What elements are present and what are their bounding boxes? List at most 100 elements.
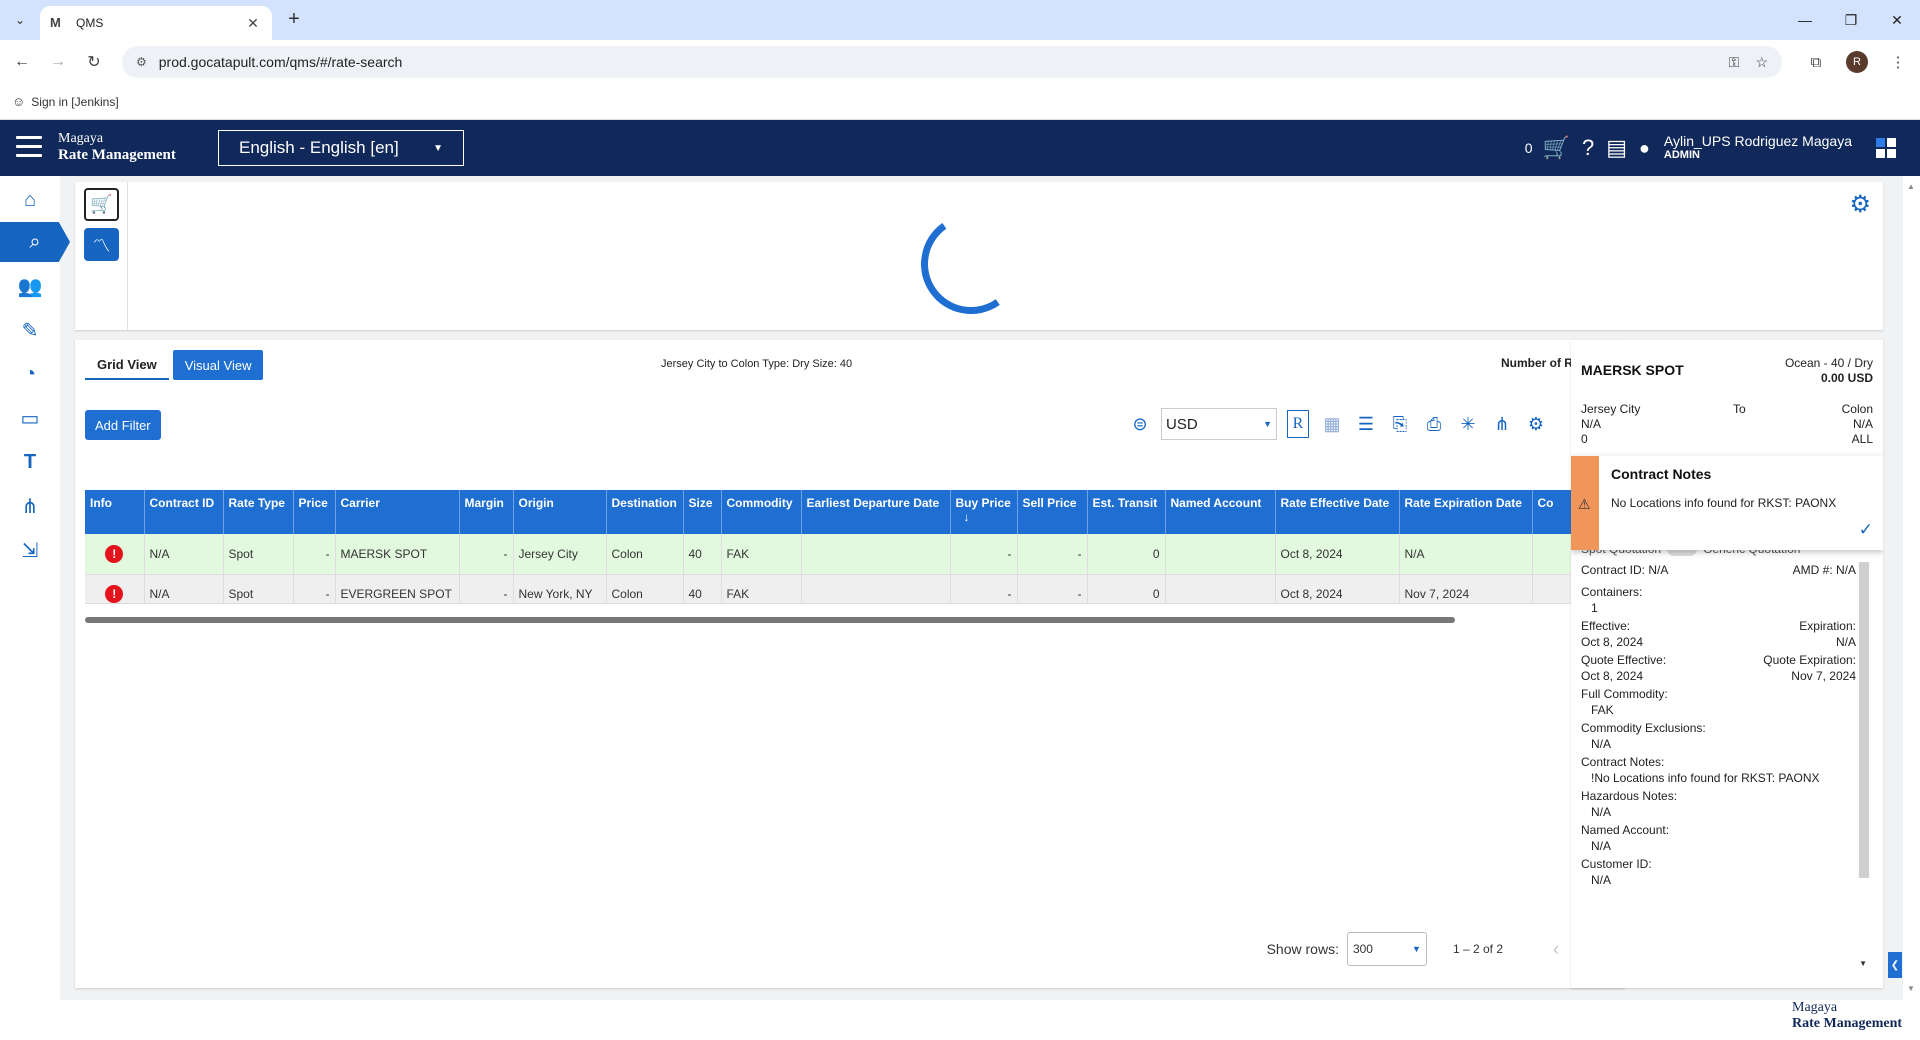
text-icon[interactable]: T [0,442,60,482]
caret-down-icon: ▼ [433,142,443,154]
col-header-size[interactable]: Size [683,490,722,534]
col-header-contract-id[interactable]: Contract ID [144,490,224,534]
detail-mode-text: Ocean - 40 / Dry [1784,356,1873,370]
forward-icon[interactable]: → [46,50,70,74]
reload-icon[interactable]: ↻ [82,50,106,74]
collapse-panel-icon[interactable]: ❮ [1888,952,1902,978]
col-header-margin[interactable]: Margin [459,490,514,534]
col-header-named-account[interactable]: Named Account [1165,490,1276,534]
r-format-icon[interactable]: R [1287,410,1309,438]
dismiss-check-icon[interactable]: ✓ [1859,520,1873,540]
table-row[interactable]: ! N/A Spot - MAERSK SPOT - Jersey City C… [85,534,1615,575]
detail-scrollbar[interactable] [1859,562,1869,878]
col-header-info[interactable]: Info [85,490,145,534]
apps-grid-icon[interactable] [1876,138,1896,158]
tab-grid-view[interactable]: Grid View [85,350,169,380]
horizontal-scrollbar[interactable] [85,617,1455,623]
field-quote-effective: Quote Effective: Oct 8, 2024 Quote Expir… [1581,652,1856,684]
window-close-icon[interactable]: ✕ [1874,0,1920,40]
info-cell[interactable]: ! [85,534,145,575]
loading-spinner [913,206,1029,322]
site-info-icon[interactable]: ⚙ [136,55,147,69]
page-scrollbar[interactable]: ▲ ▼ [1903,176,1920,1000]
col-header-rate-type[interactable]: Rate Type [223,490,294,534]
col-header-buy-price[interactable]: Buy Price ↓ [950,490,1018,534]
col-header-commodity[interactable]: Commodity [721,490,802,534]
browser-tab[interactable]: M QMS ✕ [40,6,272,40]
table-grid-icon[interactable]: ▦ [1317,409,1347,439]
user-menu[interactable]: Aylin_UPS Rodriguez Magaya ADMIN [1664,134,1852,162]
header-actions: 0 🛒 ? ▤ ● Aylin_UPS Rodriguez Magaya ADM… [1525,120,1920,176]
tab-visual-view[interactable]: Visual View [172,350,264,380]
browser-menu-icon[interactable]: ⋮ [1886,50,1910,74]
top-panel: 🛒 〽 ⚙ [75,182,1883,330]
info-cell[interactable]: ! [85,574,145,603]
customer-id-value: N/A [1591,873,1612,887]
tab-search-icon[interactable]: ⌄ [8,8,32,32]
named-account-label: Named Account: [1581,823,1670,837]
currency-select[interactable]: USD ▼ [1161,408,1277,440]
column-settings-gear-icon[interactable]: ⚙ [1521,409,1551,439]
scroll-down-icon[interactable]: ▼ [1859,959,1867,968]
cell-expiration: Nov 7, 2024 [1399,574,1533,603]
notifications-icon[interactable]: ▤ [1606,135,1627,161]
settings-gear-icon[interactable]: ⚙ [1849,190,1871,219]
prev-page-icon[interactable]: ‹ [1553,939,1559,960]
extensions-icon[interactable]: ⧉ [1804,50,1828,74]
users-icon[interactable]: 👥 [0,266,60,306]
home-icon[interactable]: ⌂ [0,180,60,220]
export-icon[interactable]: ⎘ [1385,409,1415,439]
search-icon[interactable]: ⌕ [0,222,70,262]
col-header-price[interactable]: Price [293,490,336,534]
col-header-est-transit[interactable]: Est. Transit [1087,490,1166,534]
restore-icon[interactable]: ❐ [1828,0,1874,40]
route-summary: Jersey City to Colon Type: Dry Size: 40 [661,358,853,370]
currency-exchange-icon[interactable]: ⊜ [1125,409,1155,439]
cart-button[interactable]: 🛒 [84,188,119,221]
url-text[interactable]: prod.gocatapult.com/qms/#/rate-search [159,54,1713,70]
col-header-origin[interactable]: Origin [513,490,607,534]
checklist-icon[interactable]: ☰ [1351,409,1381,439]
pie-chart-icon[interactable]: ◔ [0,354,60,394]
quote-expiration-block: Quote Expiration: Nov 7, 2024 [1763,652,1856,684]
password-key-icon[interactable]: ⚿ [1729,54,1740,71]
col-header-rate-effective[interactable]: Rate Effective Date [1275,490,1400,534]
profile-avatar[interactable]: R [1846,51,1868,73]
tab-title: QMS [76,16,104,30]
currency-value: USD [1166,415,1198,433]
back-icon[interactable]: ← [10,50,34,74]
language-select[interactable]: English - English [en] ▼ [218,130,464,166]
exit-icon[interactable]: ⇲ [0,530,60,570]
table-row[interactable]: ! N/A Spot - EVERGREEN SPOT - New York, … [85,574,1615,603]
col-header-rate-expiration[interactable]: Rate Expiration Date [1399,490,1533,534]
tab-close-icon[interactable]: ✕ [244,15,262,32]
page-scroll-down-icon[interactable]: ▼ [1907,984,1915,993]
rows-per-page-select[interactable]: 300 ▼ [1346,932,1427,966]
trend-chart-button[interactable]: 〽 [84,228,119,261]
col-header-destination[interactable]: Destination [606,490,684,534]
col-header-sell-price[interactable]: Sell Price [1017,490,1088,534]
page-scroll-up-icon[interactable]: ▲ [1907,182,1915,191]
footer-brand-logo: Magaya Rate Management [1792,1000,1902,1032]
browser-actions: ⧉ R ⋮ [1804,50,1910,74]
alert-icon[interactable]: ! [105,544,124,563]
alert-icon[interactable]: ! [105,585,124,603]
print-icon[interactable]: ⎙ [1419,409,1449,439]
help-icon[interactable]: ? [1582,135,1594,161]
bookmark-star-icon[interactable]: ☆ [1755,54,1768,71]
edit-icon[interactable]: ✎ [0,310,60,350]
magic-wand-icon[interactable]: ✳ [1453,409,1483,439]
bookmark-jenkins[interactable]: Sign in [Jenkins] [31,95,118,109]
rates-table-container: Info Contract ID Rate Type Price Carrier… [85,490,1615,604]
hamburger-menu-icon[interactable] [16,136,42,158]
col-header-carrier[interactable]: Carrier [335,490,460,534]
shopping-cart-icon[interactable]: 🛒 [1543,135,1570,161]
add-filter-button[interactable]: Add Filter [85,410,161,440]
url-omnibox[interactable]: ⚙ prod.gocatapult.com/qms/#/rate-search … [122,46,1782,78]
network-icon[interactable]: ⋔ [0,486,60,526]
col-header-earliest-departure[interactable]: Earliest Departure Date [801,490,951,534]
share-network-icon[interactable]: ⋔ [1487,409,1517,439]
chat-icon[interactable]: ▭ [0,398,60,438]
new-tab-icon[interactable]: + [282,8,306,31]
minimize-icon[interactable]: — [1782,0,1828,40]
